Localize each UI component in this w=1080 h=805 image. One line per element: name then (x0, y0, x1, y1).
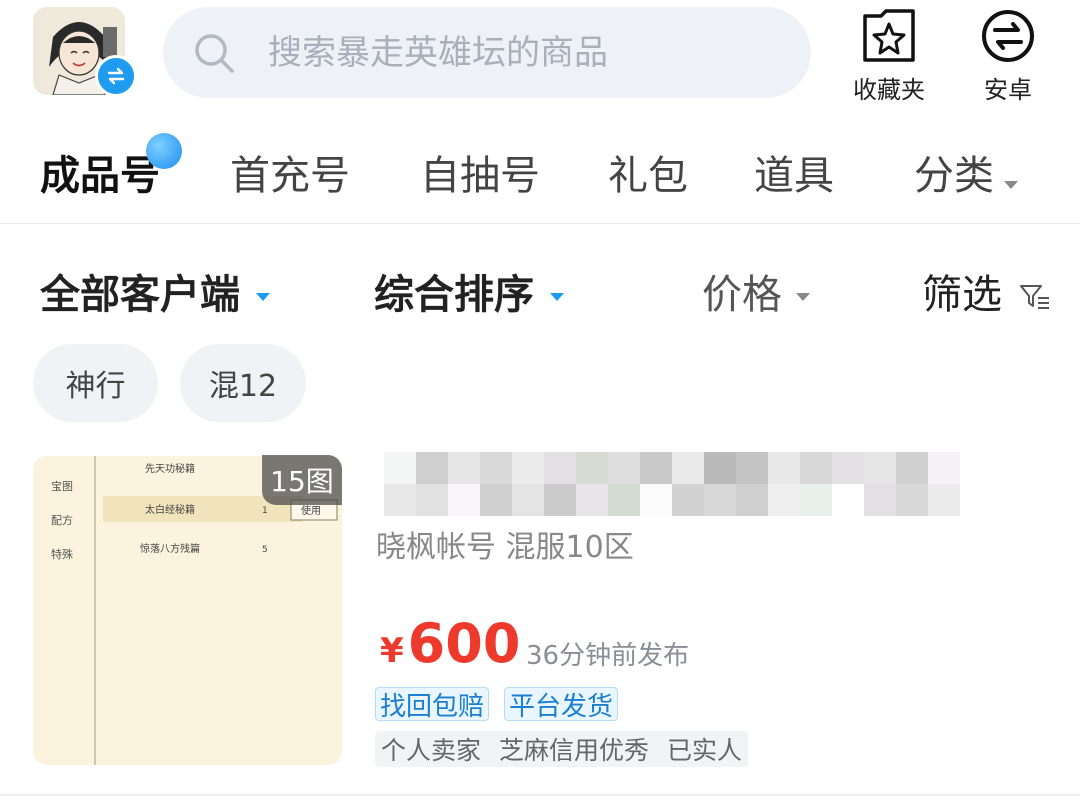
tab-first-recharge[interactable]: 首充号 (230, 143, 350, 201)
tab-categories-label: 分类 (914, 153, 994, 199)
android-switch-button[interactable]: 安卓 (958, 8, 1058, 104)
trust-verified: 已实人 (667, 736, 743, 765)
new-indicator-dot (146, 133, 182, 169)
price: ¥600 (380, 612, 521, 675)
client-filter-label: 全部客户端 (40, 272, 240, 318)
filter-bar: 全部客户端 综合排序 价格 筛选 (0, 240, 1080, 330)
sort-filter-label: 综合排序 (374, 272, 534, 318)
favorites-button[interactable]: 收藏夹 (839, 8, 939, 104)
switch-arrows-icon (982, 10, 1034, 62)
trust-personal-seller: 个人卖家 (381, 736, 482, 765)
posted-time: 36分钟前发布 (526, 641, 690, 671)
tag-platform-delivery: 平台发货 (504, 687, 619, 722)
sort-filter[interactable]: 综合排序 (374, 262, 564, 320)
book-count: 1 (262, 506, 268, 516)
swap-arrows-icon (107, 67, 125, 85)
menu-item: 配方 (51, 513, 73, 527)
star-folder-icon (863, 9, 915, 62)
book-entry: 先天功秘籍 (145, 462, 195, 475)
search-input[interactable] (268, 27, 788, 79)
tag-recovery-guarantee: 找回包赔 (375, 687, 490, 722)
screen-filter-label: 筛选 (922, 272, 1002, 318)
chevron-down-icon (256, 293, 270, 301)
menu-item: 特殊 (51, 547, 73, 561)
chip-hun12[interactable]: 混12 (180, 344, 306, 422)
search-bar[interactable] (163, 7, 811, 98)
chevron-down-icon (550, 293, 564, 301)
book-entry: 太白经秘籍 (145, 503, 195, 516)
tab-items[interactable]: 道具 (754, 143, 834, 201)
tab-categories[interactable]: 分类 (914, 143, 1018, 201)
book-count: 5 (262, 545, 268, 555)
price-filter-label: 价格 (702, 272, 782, 318)
tab-finished-account[interactable]: 成品号 (40, 143, 160, 201)
top-bar: 收藏夹 安卓 (0, 0, 1080, 110)
tab-self-draw[interactable]: 自抽号 (420, 143, 540, 201)
android-label: 安卓 (984, 76, 1032, 104)
currency-symbol: ¥ (380, 631, 404, 671)
price-value: 600 (407, 612, 521, 675)
image-count-badge: 15图 (262, 455, 342, 505)
seller-trust-bar: 个人卖家 芝麻信用优秀 已实人 (375, 731, 749, 767)
favorites-label: 收藏夹 (853, 76, 925, 104)
search-icon (195, 34, 234, 73)
account-switch-badge[interactable] (95, 55, 137, 97)
filter-funnel-icon (1019, 285, 1049, 309)
seller-server-info: 晓枫帐号 混服10区 (376, 530, 634, 565)
client-filter[interactable]: 全部客户端 (40, 262, 270, 320)
tab-gift-pack[interactable]: 礼包 (608, 143, 688, 201)
chevron-down-icon (796, 293, 810, 301)
listing-title-blurred (384, 452, 964, 518)
menu-item: 宝图 (51, 479, 73, 493)
quick-filter-chips: 神行 混12 (0, 344, 1080, 424)
chip-shenxing[interactable]: 神行 (33, 344, 158, 422)
category-tabs: 成品号 首充号 自抽号 礼包 道具 分类 (0, 118, 1080, 224)
use-label: 使用 (301, 504, 321, 517)
trust-sesame-credit: 芝麻信用优秀 (499, 736, 650, 765)
screen-filter[interactable]: 筛选 (922, 262, 1051, 320)
price-filter[interactable]: 价格 (702, 262, 810, 320)
book-entry: 惊落八方残篇 (140, 542, 200, 555)
chevron-down-icon (1004, 180, 1018, 189)
